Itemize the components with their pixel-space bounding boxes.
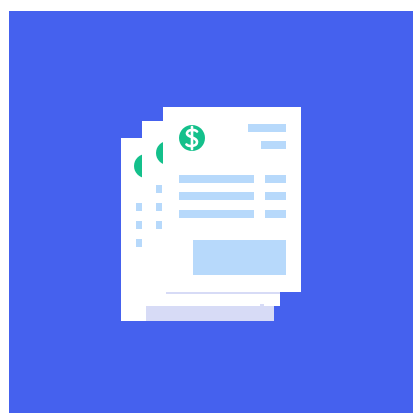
- document-line: [136, 203, 142, 211]
- table-row-line: [179, 192, 254, 200]
- document-edge: [260, 304, 264, 321]
- table-row-line: [179, 210, 254, 218]
- document-shadow: [146, 304, 274, 321]
- document-line: [136, 239, 142, 247]
- table-row-amount: [265, 192, 286, 200]
- header-line: [261, 141, 286, 149]
- document-line: [156, 203, 162, 211]
- total-block: [193, 240, 286, 275]
- table-row-amount: [265, 210, 286, 218]
- invoice-stack-illustration: [9, 11, 413, 413]
- invoice-document-front: [163, 107, 301, 294]
- document-line: [156, 221, 162, 229]
- header-line: [248, 124, 286, 132]
- dollar-badge: [179, 125, 205, 151]
- table-row-amount: [265, 175, 286, 183]
- document-line: [136, 221, 142, 229]
- table-row-line: [179, 175, 254, 183]
- document-line: [156, 185, 162, 193]
